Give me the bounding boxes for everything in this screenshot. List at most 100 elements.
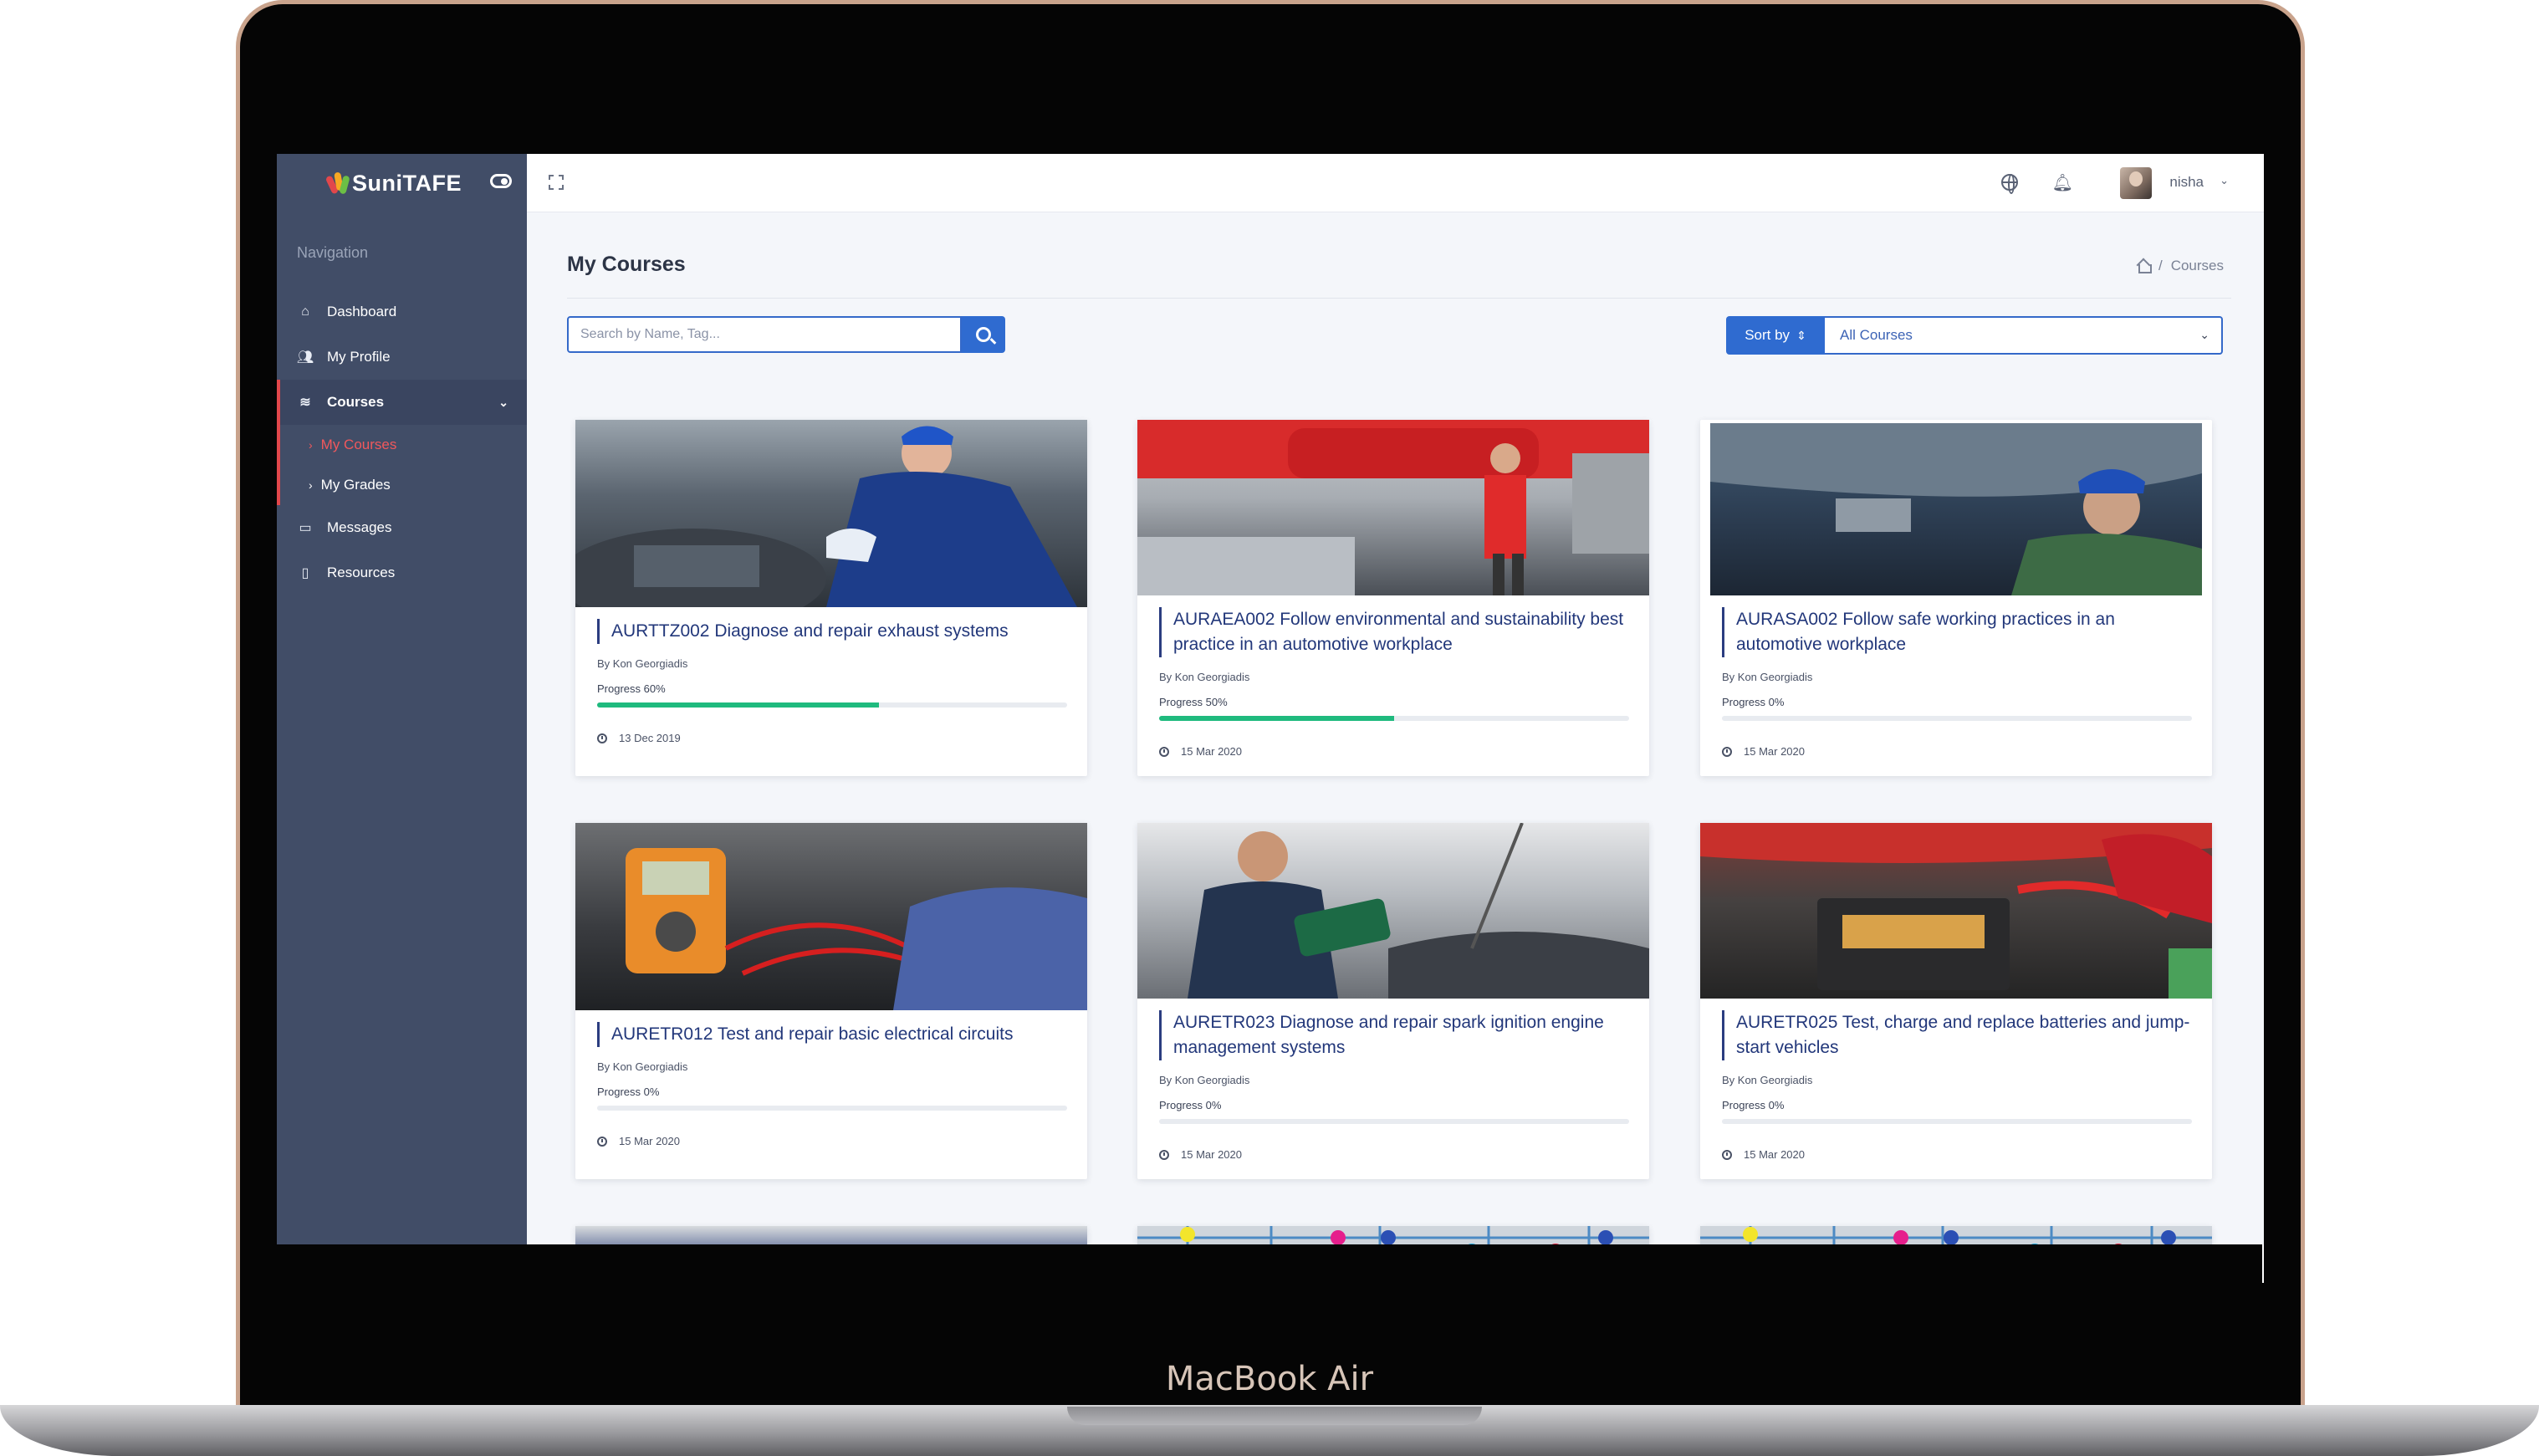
course-author: By Kon Georgiadis [1159, 1074, 1250, 1086]
main-content: My Courses / Courses Sort by ⇕ All Cours… [527, 212, 2264, 1244]
chevron-right-icon: › [309, 478, 313, 492]
course-title[interactable]: AURETR012 Test and repair basic electric… [597, 1022, 1065, 1047]
sidebar-subitem-my-grades[interactable]: › My Grades [277, 465, 527, 505]
clipboard-icon: ▯ [301, 566, 309, 580]
course-image [1710, 423, 2202, 595]
course-image [1700, 1226, 2212, 1244]
clock-icon [597, 733, 607, 743]
course-author: By Kon Georgiadis [597, 1060, 688, 1073]
sidebar-subitem-label: My Grades [320, 477, 391, 493]
course-date-text: 15 Mar 2020 [619, 1135, 680, 1147]
progress-label: Progress 0% [1722, 696, 1785, 708]
course-date: 15 Mar 2020 [1159, 745, 1242, 758]
course-title[interactable]: AURTTZ002 Diagnose and repair exhaust sy… [597, 619, 1065, 644]
course-image [575, 1226, 1087, 1244]
progress-label: Progress 50% [1159, 696, 1228, 708]
course-author: By Kon Georgiadis [1159, 671, 1250, 683]
course-card[interactable] [575, 1226, 1087, 1244]
course-author: By Kon Georgiadis [597, 657, 688, 670]
laptop-notch [1067, 1407, 1482, 1425]
course-image [1137, 1226, 1649, 1244]
screen-edge [2262, 1244, 2264, 1283]
course-card[interactable]: AURETR025 Test, charge and replace batte… [1700, 823, 2212, 1179]
course-date-text: 15 Mar 2020 [1744, 1148, 1805, 1161]
course-title[interactable]: AURETR023 Diagnose and repair spark igni… [1159, 1010, 1627, 1060]
progress-label: Progress 0% [1159, 1099, 1222, 1111]
sidebar-item-label: Messages [327, 519, 392, 535]
course-author: By Kon Georgiadis [1722, 1074, 1813, 1086]
nav-heading: Navigation [297, 244, 369, 261]
progress-bar [1722, 716, 2192, 721]
bell-icon[interactable]: 🔔︎ [2052, 172, 2073, 193]
sidebar-subitem-my-courses[interactable]: › My Courses [277, 425, 527, 465]
course-filter-value: All Courses [1840, 327, 1913, 343]
course-image [1137, 420, 1649, 595]
course-date-text: 15 Mar 2020 [1181, 1148, 1242, 1161]
home-icon: ⌂ [301, 304, 309, 319]
search-button[interactable] [962, 316, 1005, 353]
clock-icon [1159, 1149, 1169, 1160]
sidebar-item-messages[interactable]: ▭ Messages [277, 505, 527, 550]
course-author: By Kon Georgiadis [1722, 671, 1813, 683]
course-date: 15 Mar 2020 [1722, 745, 1805, 758]
course-card[interactable]: AURAEA002 Follow environmental and susta… [1137, 420, 1649, 776]
expand-icon[interactable] [549, 175, 564, 190]
course-card[interactable] [1137, 1226, 1649, 1244]
course-filter-select[interactable]: All Courses ⌄ [1825, 316, 2223, 355]
progress-bar [597, 702, 1067, 708]
courses-submenu: › My Courses › My Grades [277, 425, 527, 505]
course-date-text: 15 Mar 2020 [1744, 745, 1805, 758]
course-card[interactable]: AURETR023 Diagnose and repair spark igni… [1137, 823, 1649, 1179]
progress-label: Progress 60% [597, 682, 666, 695]
course-date-text: 13 Dec 2019 [619, 732, 681, 744]
search-icon [976, 327, 991, 342]
sidebar-item-label: My Profile [327, 349, 391, 365]
course-image [575, 823, 1087, 1010]
progress-bar [1722, 1119, 2192, 1124]
avatar[interactable] [2120, 167, 2152, 199]
search-input[interactable] [567, 316, 962, 353]
course-title[interactable]: AURAEA002 Follow environmental and susta… [1159, 607, 1627, 657]
progress-label: Progress 0% [1722, 1099, 1785, 1111]
progress-bar [597, 1106, 1067, 1111]
course-date-text: 15 Mar 2020 [1181, 745, 1242, 758]
sidebar-item-label: Resources [327, 565, 396, 580]
brand-name: SuniTAFE [352, 170, 462, 196]
chevron-down-icon: ⌄ [2199, 328, 2209, 341]
course-date: 15 Mar 2020 [597, 1135, 680, 1147]
breadcrumb-separator: / [2158, 258, 2163, 273]
course-title[interactable]: AURETR025 Test, charge and replace batte… [1722, 1010, 2190, 1060]
sort-icon: ⇕ [1796, 329, 1806, 342]
sidebar-item-my-profile[interactable]: 👥︎ My Profile [277, 335, 527, 380]
course-date: 13 Dec 2019 [597, 732, 681, 744]
course-image [1137, 823, 1649, 999]
sidebar-item-dashboard[interactable]: ⌂ Dashboard [277, 289, 527, 335]
sort-label: Sort by [1745, 327, 1791, 343]
sort-button[interactable]: Sort by ⇕ [1726, 316, 1825, 355]
course-card[interactable]: AURTTZ002 Diagnose and repair exhaust sy… [575, 420, 1087, 776]
sidebar-subitem-label: My Courses [320, 437, 397, 452]
home-icon[interactable] [2137, 260, 2152, 273]
course-date: 15 Mar 2020 [1722, 1148, 1805, 1161]
chevron-down-icon[interactable]: ⌄ [2220, 174, 2229, 187]
chevron-right-icon: › [309, 438, 313, 452]
sidebar-item-label: Courses [327, 394, 385, 410]
clock-icon [1722, 1149, 1732, 1160]
course-title[interactable]: AURASA002 Follow safe working practices … [1722, 607, 2190, 657]
sidebar-toggle-icon[interactable] [490, 174, 512, 188]
sidebar-item-courses[interactable]: ≋ Courses ⌄ [277, 380, 527, 425]
progress-bar [1159, 716, 1629, 721]
progress-fill [597, 702, 880, 708]
layers-icon: ≋ [299, 396, 311, 410]
globe-icon[interactable] [2001, 174, 2018, 194]
course-date: 15 Mar 2020 [1159, 1148, 1242, 1161]
breadcrumb-item[interactable]: Courses [2171, 258, 2224, 274]
progress-fill [1159, 716, 1394, 721]
sidebar-item-resources[interactable]: ▯ Resources [277, 550, 527, 595]
course-card[interactable]: AURETR012 Test and repair basic electric… [575, 823, 1087, 1179]
course-card[interactable]: AURASA002 Follow safe working practices … [1700, 420, 2212, 776]
progress-bar [1159, 1119, 1629, 1124]
course-image [1700, 823, 2212, 999]
course-card[interactable] [1700, 1226, 2212, 1244]
user-name[interactable]: nisha [2169, 174, 2204, 191]
